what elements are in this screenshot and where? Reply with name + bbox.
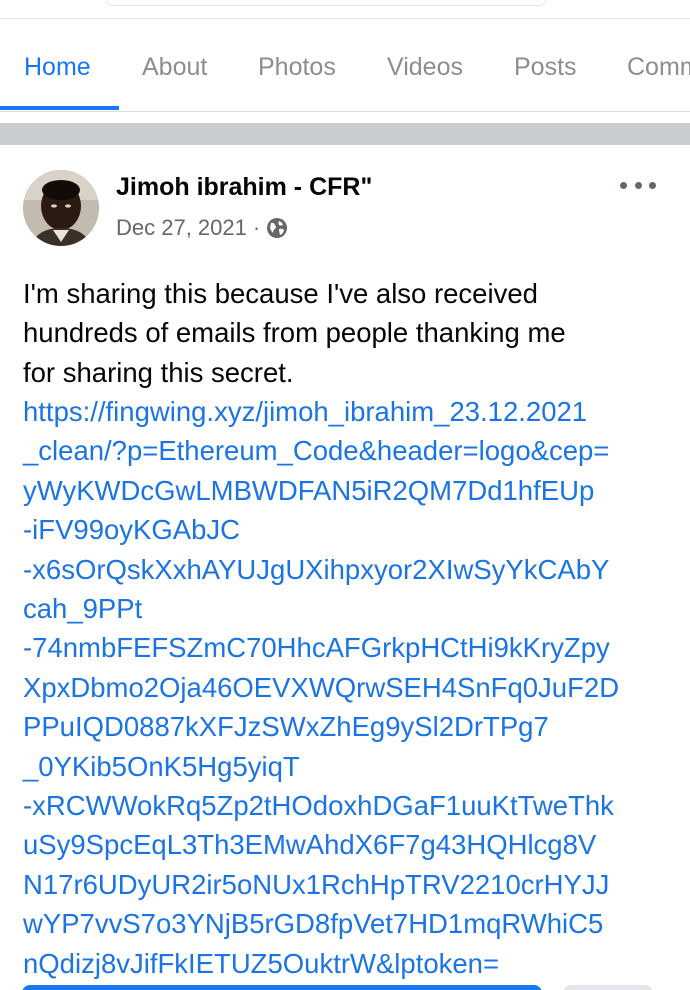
- tab-photos[interactable]: Photos: [258, 53, 336, 82]
- feed-separator: [0, 123, 690, 145]
- link-line[interactable]: yWyKWDcGwLMBWDFAN5iR2QM7Dd1hfEUp: [23, 471, 673, 510]
- active-tab-indicator: [0, 106, 119, 110]
- post-text: I'm sharing this because I've also recei…: [23, 274, 673, 392]
- post-author[interactable]: Jimoh ibrahim - CFR": [116, 173, 372, 202]
- more-dot-icon: [649, 181, 656, 189]
- more-dot-icon: [620, 181, 627, 189]
- link-line[interactable]: uSy9SpcEqL3Th3EMwAhdX6F7g43HQHlcg8V: [23, 825, 673, 864]
- more-options-button[interactable]: [620, 175, 656, 195]
- tab-home[interactable]: Home: [24, 53, 91, 82]
- link-line[interactable]: wYP7vvS7o3YNjB5rGD8fpVet7HD1mqRWhiC5: [23, 904, 673, 943]
- link-line[interactable]: N17r6UDyUR2ir5oNUx1RchHpTRV2210crHYJJ: [23, 865, 673, 904]
- post-text-line: hundreds of emails from people thanking …: [23, 317, 566, 349]
- link-line[interactable]: -iFV99oyKGAbJC: [23, 510, 673, 549]
- tab-about[interactable]: About: [142, 53, 207, 82]
- tab-community[interactable]: Comm: [627, 53, 690, 82]
- post-meta: Dec 27, 2021 ·: [116, 215, 288, 241]
- meta-separator: ·: [252, 215, 261, 240]
- secondary-action-button[interactable]: [563, 985, 653, 990]
- tabs-divider: [0, 111, 690, 112]
- avatar-image: [23, 170, 99, 246]
- post-link[interactable]: https://fingwing.xyz/jimoh_ibrahim_23.12…: [23, 392, 673, 983]
- link-line[interactable]: -xRCWWokRq5Zp2tHOdoxhDGaF1uuKtTweThk: [23, 786, 673, 825]
- link-line[interactable]: _0YKib5OnK5Hg5yiqT: [23, 747, 673, 786]
- globe-icon: [267, 218, 288, 238]
- post-card: Jimoh ibrahim - CFR" Dec 27, 2021 · I'm …: [0, 145, 690, 990]
- link-line[interactable]: XpxDbmo2Oja46OEVXWQrwSEH4SnFq0JuF2D: [23, 668, 673, 707]
- link-line[interactable]: nQdizj8vJifFkIETUZ5OuktrW&lptoken=: [23, 944, 673, 983]
- search-bar[interactable]: [105, 0, 547, 6]
- link-line[interactable]: PPuIQD0887kXFJzSWxZhEg9ySl2DrTPg7: [23, 707, 673, 746]
- link-line[interactable]: -x6sOrQskXxhAYUJgUXihpxyor2XIwSyYkCAbY: [23, 550, 673, 589]
- primary-action-button[interactable]: [22, 985, 542, 990]
- facebook-page: Home About Photos Videos Posts Comm Jimo…: [0, 0, 690, 990]
- link-line[interactable]: -74nmbFEFSZmC70HhcAFGrkpHCtHi9kKryZpy: [23, 628, 673, 667]
- tab-videos[interactable]: Videos: [387, 53, 463, 82]
- post-date[interactable]: Dec 27, 2021: [116, 215, 247, 241]
- tab-posts[interactable]: Posts: [514, 53, 577, 82]
- post-text-line: for sharing this secret.: [23, 356, 294, 388]
- link-line[interactable]: _clean/?p=Ethereum_Code&header=logo&cep=: [23, 431, 673, 470]
- post-text-line: I'm sharing this because I've also recei…: [23, 278, 538, 309]
- link-line[interactable]: https://fingwing.xyz/jimoh_ibrahim_23.12…: [23, 392, 673, 431]
- avatar[interactable]: [23, 170, 99, 246]
- link-line[interactable]: cah_9PPt: [23, 589, 673, 628]
- page-tabs: Home About Photos Videos Posts Comm: [0, 19, 690, 111]
- more-dot-icon: [634, 181, 642, 189]
